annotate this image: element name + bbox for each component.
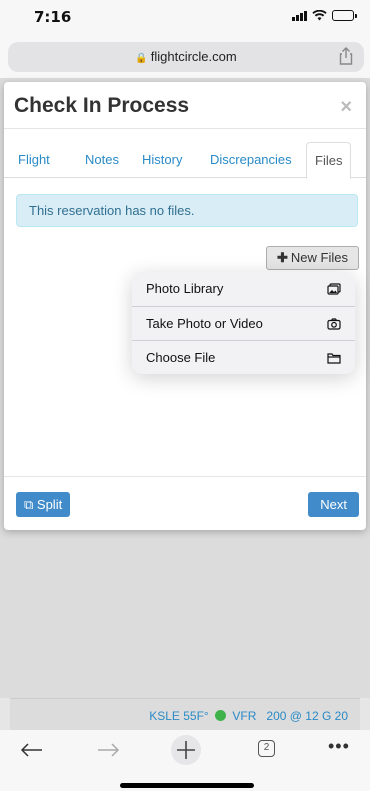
split-label: Split	[36, 497, 63, 512]
file-source-menu: Photo Library Take Photo or Video Choose…	[132, 272, 355, 374]
home-indicator	[120, 783, 254, 788]
check-in-modal: Check In Process × Flight Notes History …	[4, 82, 366, 530]
tabs-count-icon[interactable]: 2	[258, 740, 275, 757]
weather-station: KSLE 55F°	[149, 709, 209, 723]
vfr-status-dot	[215, 710, 227, 721]
modal-title: Check In Process	[14, 94, 190, 117]
weather-condition: VFR	[232, 709, 257, 723]
weather-text: KSLE 55F° VFR 200 @ 12 G 20	[149, 709, 348, 723]
lock-icon: 🔒	[135, 53, 148, 64]
more-options-icon[interactable]: •••	[328, 736, 350, 757]
menu-item-choose-file[interactable]: Choose File	[132, 340, 355, 374]
modal-tabs: Flight Notes History Discrepancies Files	[4, 142, 366, 179]
share-icon[interactable]	[336, 46, 356, 66]
wifi-icon	[312, 10, 327, 21]
new-files-label: New Files	[290, 250, 348, 265]
footer-divider	[4, 476, 366, 477]
tab-notes[interactable]: Notes	[77, 142, 127, 178]
forward-arrow-icon[interactable]	[96, 742, 120, 758]
folder-icon	[327, 353, 341, 364]
new-tab-icon[interactable]	[170, 734, 202, 766]
url-label: flightcircle.com	[150, 49, 237, 64]
status-bar: 7:16	[0, 0, 370, 34]
next-button[interactable]: Next	[308, 492, 359, 517]
menu-item-label: Take Photo or Video	[146, 316, 263, 331]
weather-wind: 200 @ 12 G 20	[266, 709, 348, 723]
url-text: 🔒 flightcircle.com	[8, 49, 364, 64]
split-icon: ⧉	[24, 497, 37, 512]
menu-item-take-photo[interactable]: Take Photo or Video	[132, 306, 355, 340]
tab-files[interactable]: Files	[306, 142, 352, 179]
split-button[interactable]: ⧉ Split	[16, 492, 71, 517]
weather-bar[interactable]: KSLE 55F° VFR 200 @ 12 G 20	[10, 698, 360, 730]
camera-icon	[327, 318, 341, 330]
address-bar[interactable]: 🔒 flightcircle.com	[8, 42, 364, 72]
back-arrow-icon[interactable]	[20, 742, 44, 758]
photo-library-icon	[327, 283, 341, 295]
browser-toolbar: 2 •••	[0, 730, 370, 791]
no-files-alert: This reservation has no files.	[16, 194, 358, 227]
header-divider	[4, 128, 366, 129]
tab-history[interactable]: History	[134, 142, 190, 178]
tab-discrepancies[interactable]: Discrepancies	[202, 142, 300, 178]
close-icon[interactable]: ×	[340, 97, 352, 117]
menu-item-label: Choose File	[146, 350, 216, 365]
menu-item-photo-library[interactable]: Photo Library	[132, 272, 355, 306]
new-files-button[interactable]: ✚ New Files	[266, 246, 359, 270]
signal-icon	[292, 10, 307, 21]
status-time: 7:16	[34, 8, 72, 26]
address-bar-area: 🔒 flightcircle.com	[0, 34, 370, 78]
status-icons	[292, 10, 357, 21]
battery-icon	[332, 10, 357, 21]
menu-item-label: Photo Library	[146, 281, 224, 296]
tab-flight[interactable]: Flight	[10, 142, 58, 178]
plus-icon: ✚	[277, 250, 288, 265]
